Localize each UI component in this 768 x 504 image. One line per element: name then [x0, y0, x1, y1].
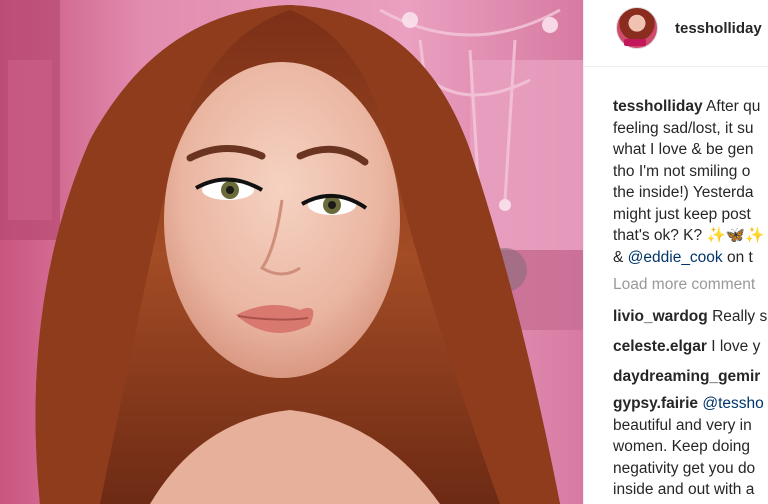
comment-username[interactable]: celeste.elgar — [613, 338, 707, 355]
comment-line: women. Keep doing — [613, 438, 751, 455]
comment-username[interactable]: gypsy.fairie — [613, 395, 698, 412]
comment-item: gypsy.fairie @tessho beautiful and very … — [613, 393, 764, 501]
comment-line: negativity get you do — [613, 459, 756, 477]
caption-line-3: what I love & be gen — [613, 141, 754, 158]
caption-line-7: that's ok? K? ✨🦋✨ — [613, 225, 768, 247]
caption-text: that's ok? K? — [613, 227, 703, 244]
comment-line: beautiful and very in — [613, 416, 752, 434]
comment-item: daydreaming_gemir — [613, 366, 760, 388]
caption-line-6: might just keep post — [613, 205, 751, 223]
comment-text: Really s — [712, 308, 768, 325]
caption-text: & — [613, 248, 624, 266]
caption-line-5: the inside!) Yesterda — [613, 184, 754, 201]
post-caption: tessholliday After qu feeling sad/lost, … — [613, 96, 768, 268]
caption-line-2: feeling sad/lost, it su — [613, 119, 754, 137]
comment-username[interactable]: daydreaming_gemir — [613, 368, 760, 385]
comment-username[interactable]: livio_wardog — [613, 308, 708, 325]
comment-mention-link[interactable]: @tessho — [702, 395, 763, 412]
post-photo[interactable] — [0, 0, 583, 504]
caption-line-1: tessholliday After qu — [613, 96, 768, 118]
comment-line: gypsy.fairie @tessho — [613, 393, 764, 415]
post-author-username[interactable]: tessholliday — [675, 20, 762, 37]
caption-mention-link[interactable]: @eddie_cook — [628, 249, 723, 266]
post-header: tessholliday — [584, 0, 768, 67]
selfie-image — [0, 0, 583, 504]
caption-text: on t — [727, 248, 753, 266]
caption-line-8: & @eddie_cook on t — [613, 247, 768, 269]
caption-text: After qu — [706, 98, 761, 115]
comment-line: inside and out with a — [613, 481, 755, 498]
comment-text: I love y — [711, 338, 761, 355]
avatar-badge — [624, 39, 646, 46]
comment-item: livio_wardog Really s — [613, 306, 767, 328]
caption-line-4: tho I'm not smiling o — [613, 162, 751, 180]
load-more-comments-button[interactable]: Load more comment — [613, 276, 755, 294]
sparkle-butterfly-emoji: ✨🦋✨ — [706, 227, 765, 244]
caption-username[interactable]: tessholliday — [613, 98, 703, 115]
post-side-panel: tessholliday tessholliday After qu feeli… — [583, 0, 768, 504]
comment-item: celeste.elgar I love y — [613, 336, 760, 358]
